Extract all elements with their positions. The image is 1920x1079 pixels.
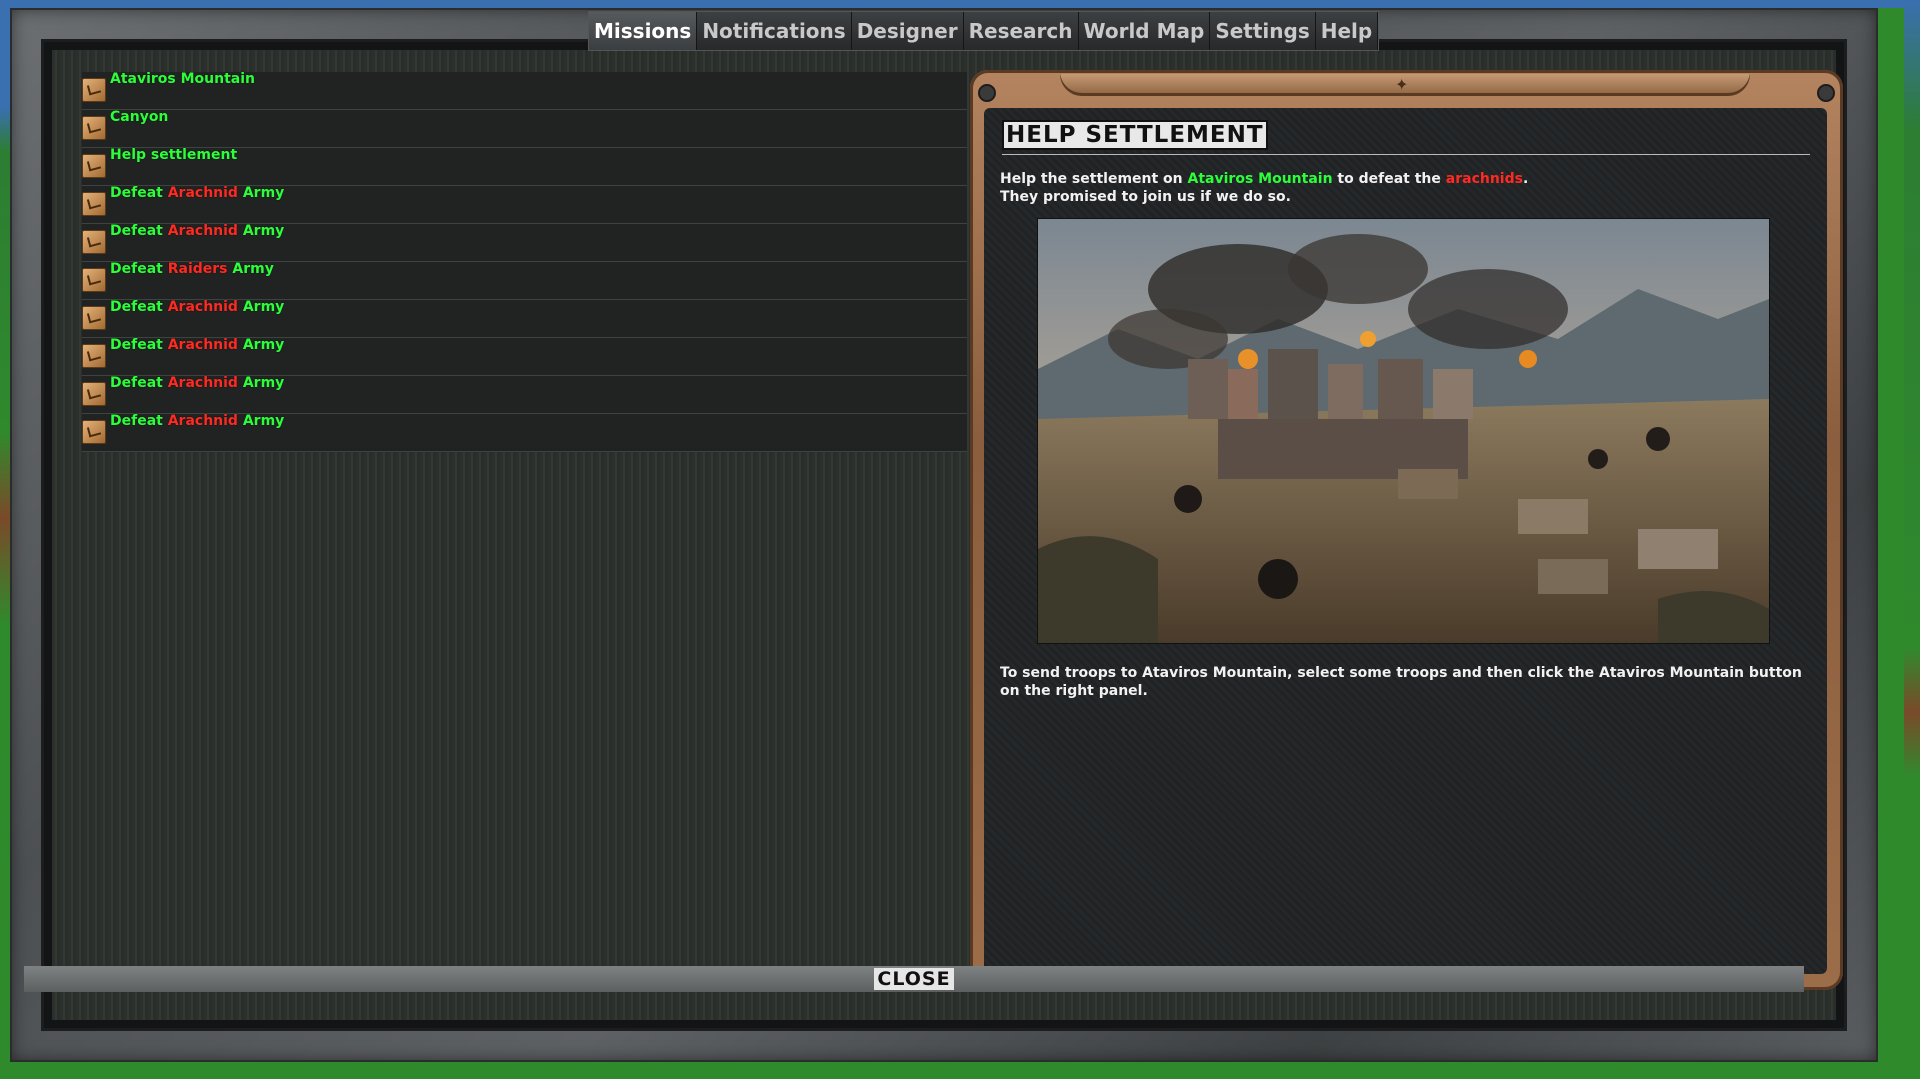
mission-label: Ataviros Mountain: [110, 71, 256, 87]
title-divider: [1002, 154, 1810, 155]
tab-world-map[interactable]: World Map: [1078, 12, 1211, 50]
mission-list-item[interactable]: Canyon: [82, 109, 967, 148]
mission-list-item[interactable]: Defeat Arachnid Army: [82, 375, 967, 414]
mission-label: Defeat Arachnid Army: [110, 413, 285, 429]
mission-list-item[interactable]: Defeat Arachnid Army: [82, 223, 967, 262]
tab-help[interactable]: Help: [1315, 12, 1379, 50]
mission-list-item[interactable]: Defeat Arachnid Army: [82, 337, 967, 376]
mission-scroll-icon: [82, 154, 106, 178]
mission-scroll-icon: [82, 230, 106, 254]
mission-list: Ataviros Mountain Canyon Help settlement De…: [82, 71, 967, 452]
background-sky: [0, 0, 1920, 8]
mission-label: Defeat Arachnid Army: [110, 299, 285, 315]
tab-research[interactable]: Research: [963, 12, 1079, 50]
window-frame: Ataviros Mountain Canyon Help settlement De…: [10, 8, 1878, 1062]
window-content: Ataviros Mountain Canyon Help settlement De…: [52, 50, 1843, 1020]
mission-label: Defeat Arachnid Army: [110, 223, 285, 239]
mission-label: Defeat Raiders Army: [110, 261, 274, 277]
mission-list-item[interactable]: Ataviros Mountain: [82, 71, 967, 110]
rivet-icon: [978, 84, 996, 102]
mission-scroll-icon: [82, 420, 106, 444]
mission-title: HELP SETTLEMENT: [1002, 120, 1268, 150]
tab-designer[interactable]: Designer: [851, 12, 964, 50]
location-name: Ataviros Mountain: [1187, 171, 1333, 187]
rivet-icon: [1817, 84, 1835, 102]
mission-list-item[interactable]: Defeat Arachnid Army: [82, 185, 967, 224]
mission-scroll-icon: [82, 382, 106, 406]
mission-scroll-icon: [82, 78, 106, 102]
mission-scroll-icon: [82, 344, 106, 368]
mission-list-item[interactable]: Defeat Arachnid Army: [82, 299, 967, 338]
mission-promise: They promised to join us if we do so.: [1000, 189, 1291, 205]
tab-notifications[interactable]: Notifications: [697, 12, 852, 50]
panel-ornament: ✦: [1060, 74, 1750, 96]
mission-scroll-icon: [82, 268, 106, 292]
mission-scroll-icon: [82, 116, 106, 140]
tab-missions[interactable]: Missions: [589, 12, 698, 50]
mission-label: Help settlement: [110, 147, 238, 163]
mission-list-item[interactable]: Help settlement: [82, 147, 967, 186]
mission-instructions: To send troops to Ataviros Mountain, sel…: [1000, 665, 1802, 699]
mission-list-item[interactable]: Defeat Arachnid Army: [82, 413, 967, 452]
mission-label: Defeat Arachnid Army: [110, 337, 285, 353]
mission-label: Defeat Arachnid Army: [110, 185, 285, 201]
window-inner: Ataviros Mountain Canyon Help settlement De…: [44, 42, 1844, 1028]
close-label: CLOSE: [874, 968, 954, 990]
mission-label: Canyon: [110, 109, 169, 125]
mission-description: Help the settlement on Ataviros Mountain…: [1000, 171, 1529, 205]
mission-detail-panel: ✦ HELP SETTLEMENT Help the settlement on…: [970, 70, 1843, 990]
main-tab-bar: Missions Notifications Designer Research Wor…: [588, 11, 1380, 51]
mission-label: Defeat Arachnid Army: [110, 375, 285, 391]
close-button[interactable]: CLOSE: [24, 966, 1804, 992]
background-right-edge: [1904, 0, 1920, 1079]
mission-detail-content: HELP SETTLEMENT Help the settlement on A…: [984, 108, 1827, 974]
enemy-name: arachnids: [1445, 171, 1523, 187]
tab-settings[interactable]: Settings: [1210, 12, 1316, 50]
mission-scroll-icon: [82, 306, 106, 330]
mission-illustration: [1037, 218, 1770, 644]
background-ground: [0, 1065, 1920, 1079]
mission-scroll-icon: [82, 192, 106, 216]
mission-list-item[interactable]: Defeat Raiders Army: [82, 261, 967, 300]
compass-star-icon: ✦: [1395, 75, 1409, 94]
